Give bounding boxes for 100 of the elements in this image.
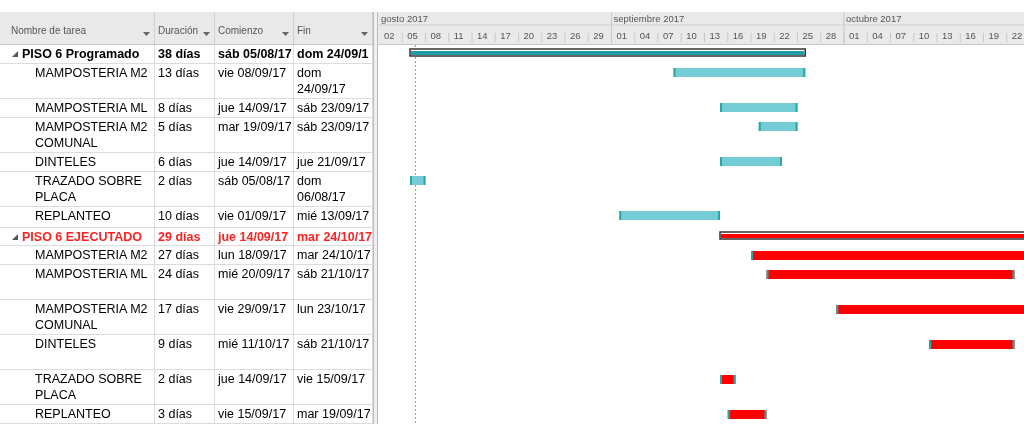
task-name: MAMPOSTERIA M2 — [35, 64, 148, 81]
duration-text: 27 días — [158, 247, 199, 264]
month-label: gosto 2017 — [381, 13, 428, 24]
day-label: 05 — [407, 30, 418, 41]
duration-text: 8 días — [158, 99, 193, 116]
dropdown-caret-icon[interactable] — [203, 31, 210, 36]
collapse-triangle-icon[interactable] — [12, 233, 18, 240]
duration-text: 24 días — [158, 266, 199, 283]
task-bar[interactable] — [410, 176, 426, 185]
start-date: jue 14/09/17 — [218, 228, 289, 245]
day-label: 02 — [384, 30, 395, 41]
start-date: jue 14/09/17 — [218, 99, 287, 116]
day-label: 04 — [639, 30, 651, 41]
task-bar[interactable] — [727, 410, 767, 419]
duration-text: 5 días — [158, 118, 193, 135]
summary-bar[interactable] — [719, 231, 1024, 240]
dropdown-caret-icon[interactable] — [143, 31, 150, 36]
finish-date: jue 21/09/17 — [297, 153, 366, 170]
start-date: mié 20/09/17 — [218, 266, 291, 283]
day-label: 10 — [686, 30, 697, 41]
column-header[interactable]: Nombre de tarea — [11, 24, 87, 36]
finish-date: mié 13/09/17 — [297, 207, 370, 224]
finish-date: sáb 23/09/17 — [297, 118, 370, 135]
task-name: TRAZADO SOBRE PLACA — [35, 172, 143, 205]
task-name: DINTELES — [35, 153, 97, 170]
day-label: 04 — [872, 30, 883, 41]
start-date: jue 14/09/17 — [218, 371, 287, 388]
day-label: 22 — [779, 30, 790, 41]
duration-text: 10 días — [158, 207, 199, 224]
task-name: REPLANTEO — [35, 406, 111, 423]
finish-date: sáb 21/10/17 — [297, 336, 370, 353]
day-label: 01 — [616, 30, 628, 41]
finish-date: lun 23/10/17 — [297, 301, 366, 318]
day-label: 17 — [500, 30, 511, 41]
start-date: lun 18/09/17 — [218, 247, 287, 264]
finish-date: mar 24/10/17 — [297, 228, 372, 245]
day-label: 16 — [732, 30, 744, 41]
task-name: MAMPOSTERIA ML — [35, 266, 148, 283]
start-date: sáb 05/08/17 — [218, 172, 291, 189]
finish-date: mar 19/09/17 — [297, 406, 371, 423]
day-label: 20 — [523, 30, 535, 41]
duration-text: 3 días — [158, 406, 193, 423]
day-label: 28 — [825, 30, 837, 41]
day-label: 19 — [756, 30, 767, 41]
task-name: PISO 6 EJECUTADO — [22, 228, 142, 245]
finish-date: vie 15/09/17 — [297, 371, 366, 388]
task-name: REPLANTEO — [35, 207, 111, 224]
start-date: jue 14/09/17 — [218, 153, 287, 170]
start-date: vie 15/09/17 — [218, 406, 287, 423]
duration-text: 9 días — [158, 336, 193, 353]
task-bar[interactable] — [758, 122, 798, 131]
task-name: DINTELES — [35, 336, 97, 353]
duration-text: 17 días — [158, 301, 199, 318]
finish-date: mar 24/10/17 — [297, 247, 371, 264]
task-name: MAMPOSTERIA M2 COMUNAL — [35, 118, 149, 151]
dropdown-caret-icon[interactable] — [361, 31, 368, 36]
duration-text: 2 días — [158, 371, 193, 388]
start-date: mar 19/09/17 — [218, 118, 292, 135]
start-date: vie 29/09/17 — [218, 301, 287, 318]
day-label: 29 — [593, 30, 604, 41]
summary-bar[interactable] — [409, 48, 806, 57]
task-name: MAMPOSTERIA M2 COMUNAL — [35, 301, 149, 334]
dropdown-caret-icon[interactable] — [282, 31, 289, 36]
day-label: 08 — [430, 30, 442, 41]
collapse-triangle-icon[interactable] — [12, 50, 18, 57]
day-label: 19 — [988, 30, 1000, 41]
task-bar[interactable] — [720, 103, 798, 112]
task-bar[interactable] — [673, 68, 806, 77]
day-label: 07 — [663, 30, 674, 41]
task-bar[interactable] — [720, 157, 782, 166]
day-label: 25 — [802, 30, 814, 41]
month-label: septiembre 2017 — [613, 13, 685, 24]
start-date: mié 11/10/17 — [218, 336, 290, 353]
finish-date: sáb 23/09/17 — [297, 99, 370, 116]
finish-date: sáb 21/10/17 — [297, 266, 370, 283]
column-header[interactable]: Comienzo — [218, 24, 264, 36]
task-bar[interactable] — [720, 375, 736, 384]
duration-text: 6 días — [158, 153, 193, 170]
start-date: vie 08/09/17 — [218, 64, 287, 81]
task-bar[interactable] — [929, 340, 1015, 349]
day-label: 10 — [918, 30, 930, 41]
task-bar[interactable] — [619, 211, 720, 220]
day-label: 07 — [895, 30, 907, 41]
column-header[interactable]: Fin — [297, 24, 311, 36]
duration-text: 29 días — [158, 228, 201, 245]
day-label: 16 — [965, 30, 976, 41]
task-name: MAMPOSTERIA ML — [35, 99, 148, 116]
day-label: 13 — [709, 30, 721, 41]
finish-date: dom 24/09/1 — [297, 45, 369, 62]
start-date: vie 01/09/17 — [218, 207, 287, 224]
day-label: 11 — [453, 30, 464, 41]
month-label: octubre 2017 — [846, 13, 902, 24]
duration-text: 13 días — [158, 64, 199, 81]
day-label: 14 — [477, 30, 488, 41]
day-label: 13 — [942, 30, 953, 41]
column-header[interactable]: Duración — [158, 24, 199, 36]
duration-text: 2 días — [158, 172, 193, 189]
duration-text: 38 días — [158, 45, 201, 62]
task-name: PISO 6 Programado — [22, 45, 140, 62]
day-label: 26 — [570, 30, 581, 41]
